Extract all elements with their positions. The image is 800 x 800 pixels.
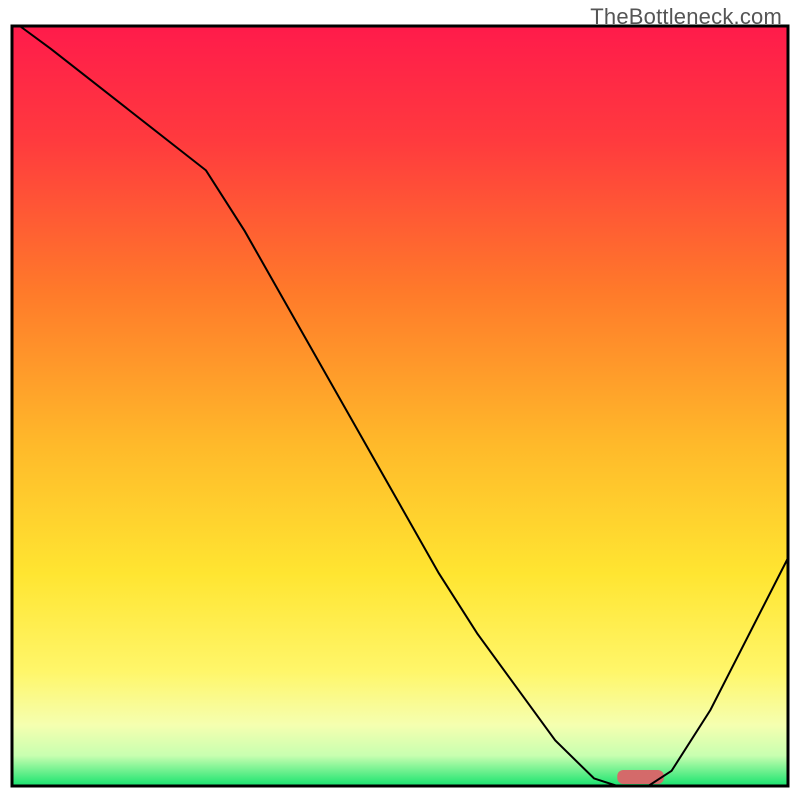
chart-svg — [0, 0, 800, 800]
bottleneck-chart: TheBottleneck.com — [0, 0, 800, 800]
gradient-background — [12, 26, 788, 786]
plot-area — [12, 26, 788, 786]
watermark-text: TheBottleneck.com — [590, 4, 782, 30]
highlight-marker — [617, 770, 664, 784]
